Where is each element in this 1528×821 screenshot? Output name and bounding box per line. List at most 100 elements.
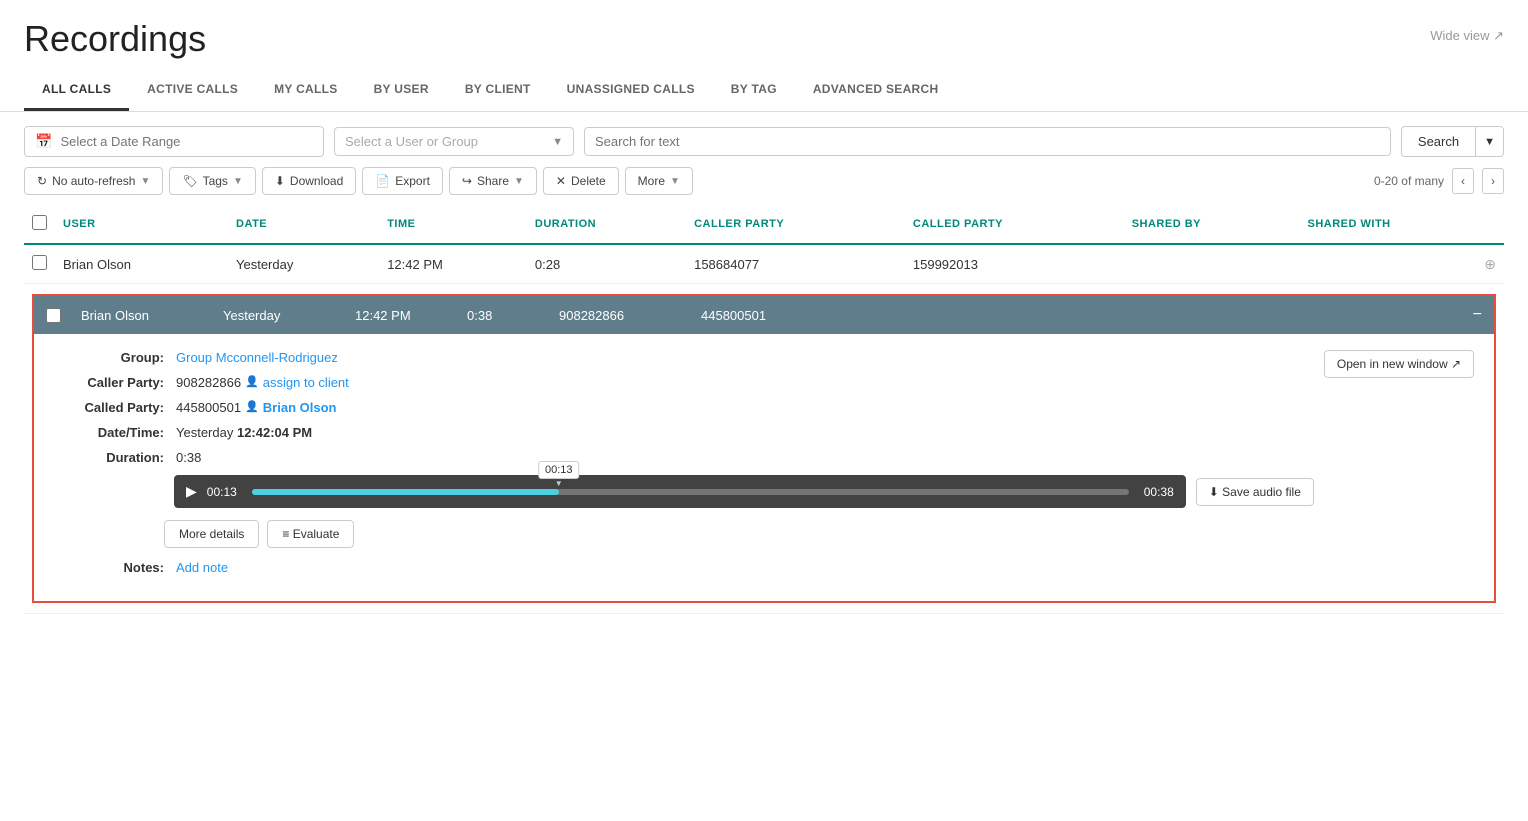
datetime-label: Date/Time:	[54, 425, 164, 440]
select-all-checkbox[interactable]	[32, 215, 47, 230]
called-party-user-link[interactable]: Brian Olson	[263, 400, 337, 415]
pagination-controls: 0-20 of many ‹ ›	[1374, 168, 1504, 194]
col-header-time[interactable]: TIME	[379, 205, 527, 244]
table-header-row: USER DATE TIME DURATION CALLER PARTY CAL…	[24, 205, 1504, 244]
download-icon: ⬇	[275, 174, 285, 188]
audio-player: ▶ 00:13 00:13 00:38	[54, 475, 1314, 508]
more-details-button[interactable]: More details	[164, 520, 259, 548]
datetime-time: 12:42:04 PM	[237, 425, 312, 440]
delete-button[interactable]: ✕ Delete	[543, 167, 619, 195]
share-arrow-icon: ▼	[514, 176, 524, 187]
audio-bar: ▶ 00:13 00:13 00:38	[174, 475, 1186, 508]
row1-caller-party: 158684077	[686, 244, 905, 284]
duration-value: 0:38	[176, 450, 201, 465]
download-label: Download	[290, 174, 343, 188]
tab-my-calls[interactable]: MY CALLS	[256, 70, 356, 111]
evaluate-button[interactable]: ≡ Evaluate	[267, 520, 354, 548]
col-header-date[interactable]: DATE	[228, 205, 379, 244]
called-party-value: 445800501	[176, 400, 241, 415]
open-new-window-button[interactable]: Open in new window ↗	[1324, 350, 1474, 378]
user-group-placeholder: Select a User or Group	[345, 134, 544, 149]
export-label: Export	[395, 174, 430, 188]
detail-group-row: Group: Group Mcconnell-Rodriguez	[54, 350, 1314, 365]
user-icon: 👤	[245, 400, 259, 413]
tab-all-calls[interactable]: ALL CALLS	[24, 70, 129, 111]
search-text-wrap	[584, 127, 1391, 156]
more-arrow-icon: ▼	[670, 176, 680, 187]
tab-unassigned-calls[interactable]: UNASSIGNED CALLS	[549, 70, 713, 111]
col-header-shared-by[interactable]: SHARED BY	[1124, 205, 1300, 244]
row1-shared-with: ⊕	[1300, 244, 1504, 284]
tab-advanced-search[interactable]: ADVANCED SEARCH	[795, 70, 957, 111]
tab-by-client[interactable]: BY CLIENT	[447, 70, 549, 111]
play-button[interactable]: ▶	[186, 483, 197, 500]
col-header-user[interactable]: USER	[55, 205, 228, 244]
detail-notes-row: Notes: Add note	[54, 560, 1314, 575]
expanded-details: Group: Group Mcconnell-Rodriguez Caller …	[54, 350, 1314, 585]
col-header-duration[interactable]: DURATION	[527, 205, 686, 244]
save-audio-button[interactable]: ⬇ Save audio file	[1196, 478, 1314, 506]
row1-user: Brian Olson	[55, 244, 228, 284]
row1-called-party: 159992013	[905, 244, 1124, 284]
tags-arrow-icon: ▼	[233, 176, 243, 187]
date-range-picker[interactable]: 📅	[24, 126, 324, 157]
assign-to-client-link[interactable]: assign to client	[263, 375, 349, 390]
tag-icon: 🏷	[182, 174, 197, 188]
no-auto-refresh-button[interactable]: ↻ No auto-refresh ▼	[24, 167, 163, 195]
tabs-list: ALL CALLS ACTIVE CALLS MY CALLS BY USER …	[24, 70, 1504, 111]
more-label: More	[638, 174, 665, 188]
audio-tooltip: 00:13	[538, 461, 580, 479]
prev-page-button[interactable]: ‹	[1452, 168, 1474, 194]
row1-date: Yesterday	[228, 244, 379, 284]
row2-header-date: Yesterday	[215, 308, 335, 323]
group-value[interactable]: Group Mcconnell-Rodriguez	[176, 350, 338, 365]
share-button[interactable]: ↪ Share ▼	[449, 167, 537, 195]
audio-progress-track[interactable]: 00:13	[252, 489, 1129, 495]
tab-by-tag[interactable]: BY TAG	[713, 70, 795, 111]
search-button[interactable]: Search	[1401, 126, 1475, 157]
expanded-panel: Brian Olson Yesterday 12:42 PM 0:38 9082…	[32, 294, 1496, 603]
datetime-value: Yesterday	[176, 425, 233, 440]
detail-datetime-row: Date/Time: Yesterday 12:42:04 PM	[54, 425, 1314, 440]
tab-by-user[interactable]: BY USER	[356, 70, 447, 111]
row1-expand-icon[interactable]: ⊕	[1484, 256, 1496, 273]
share-icon: ↪	[462, 174, 472, 188]
search-button-group: Search ▼	[1401, 126, 1504, 157]
row2-checkbox[interactable]	[46, 308, 61, 323]
wide-view-button[interactable]: Wide view ↗	[1430, 18, 1504, 44]
page-title: Recordings	[24, 18, 206, 60]
row2-collapse-button[interactable]: −	[1473, 306, 1482, 324]
tags-button[interactable]: 🏷 Tags ▼	[169, 167, 256, 195]
add-note-link[interactable]: Add note	[176, 560, 228, 575]
group-label: Group:	[54, 350, 164, 365]
duration-label: Duration:	[54, 450, 164, 465]
col-header-called-party[interactable]: CALLED PARTY	[905, 205, 1124, 244]
export-icon: 📄	[375, 174, 390, 188]
notes-label: Notes:	[54, 560, 164, 575]
no-auto-refresh-label: No auto-refresh	[52, 174, 135, 188]
row2-header-user: Brian Olson	[73, 308, 203, 323]
detail-action-buttons: More details ≡ Evaluate	[164, 520, 1314, 548]
audio-progress-fill	[252, 489, 559, 495]
next-page-button[interactable]: ›	[1482, 168, 1504, 194]
col-header-caller-party[interactable]: CALLER PARTY	[686, 205, 905, 244]
col-header-shared-with[interactable]: SHARED WITH	[1300, 205, 1504, 244]
detail-called-row: Called Party: 445800501 👤 Brian Olson	[54, 400, 1314, 415]
date-range-input[interactable]	[60, 134, 313, 149]
expanded-body: Group: Group Mcconnell-Rodriguez Caller …	[34, 334, 1494, 601]
header-checkbox-cell	[24, 205, 55, 244]
user-group-select[interactable]: Select a User or Group ▼	[334, 127, 574, 156]
open-new-window-wrap: Open in new window ↗	[1324, 350, 1474, 585]
more-button[interactable]: More ▼	[625, 167, 693, 195]
search-dropdown-button[interactable]: ▼	[1475, 126, 1504, 157]
download-button[interactable]: ⬇ Download	[262, 167, 356, 195]
tab-active-calls[interactable]: ACTIVE CALLS	[129, 70, 256, 111]
export-button[interactable]: 📄 Export	[362, 167, 443, 195]
row2-header-duration: 0:38	[459, 308, 539, 323]
search-text-input[interactable]	[595, 134, 1380, 149]
row2-header-caller: 908282866	[551, 308, 681, 323]
refresh-icon: ↻	[37, 174, 47, 188]
row2-header-called: 445800501	[693, 308, 823, 323]
detail-caller-row: Caller Party: 908282866 👤 assign to clie…	[54, 375, 1314, 390]
row1-checkbox[interactable]	[32, 255, 47, 270]
